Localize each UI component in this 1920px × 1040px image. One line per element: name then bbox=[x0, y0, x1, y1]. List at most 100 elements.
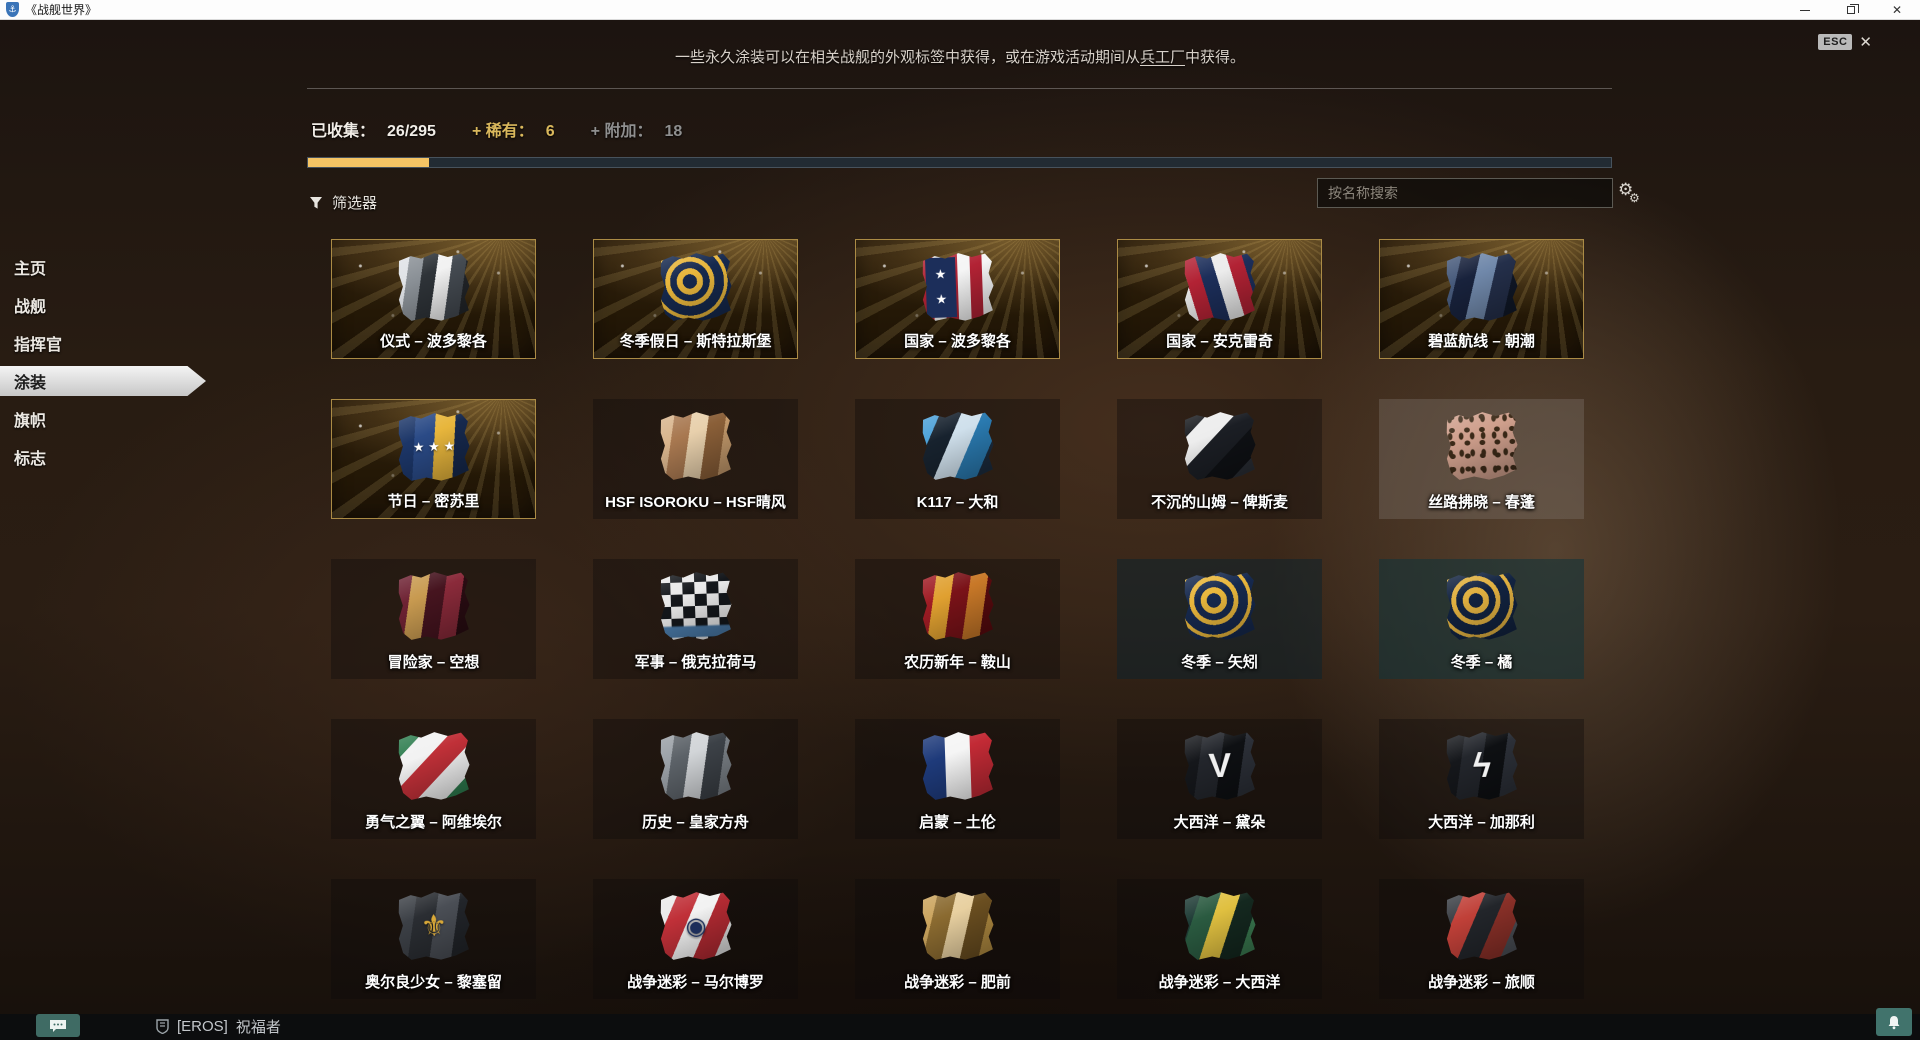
extra-label: + 附加： bbox=[591, 117, 653, 141]
camo-emblem-glyph bbox=[1181, 250, 1257, 325]
camo-emblem-glyph bbox=[1443, 250, 1519, 325]
camo-tile-label: 不沉的山姆 – 俾斯麦 bbox=[1117, 491, 1322, 512]
camo-tile[interactable]: 丝路拂晓 – 春蓬 bbox=[1379, 399, 1584, 519]
camo-tile[interactable]: 碧蓝航线 – 朝潮 bbox=[1379, 239, 1584, 359]
camo-icon: ★ ★ ★ bbox=[395, 410, 471, 485]
camo-tile-label: 历史 – 皇家方舟 bbox=[593, 811, 798, 832]
camo-tile[interactable]: 冒险家 – 空想 bbox=[331, 559, 536, 679]
camo-icon: ★ ★ bbox=[919, 250, 995, 325]
camo-icon bbox=[657, 250, 733, 325]
camo-emblem-glyph bbox=[395, 729, 471, 804]
camo-emblem-glyph: ϟ bbox=[1443, 729, 1519, 804]
camo-tile[interactable]: 仪式 – 波多黎各 bbox=[331, 239, 536, 359]
camo-icon bbox=[1181, 569, 1257, 644]
chat-button[interactable] bbox=[36, 1014, 80, 1037]
header-divider bbox=[307, 88, 1612, 89]
notice-text: 一些永久涂装可以在相关战舰的外观标签中获得，或在游戏活动期间从兵工厂中获得。 bbox=[0, 46, 1920, 67]
camo-tile[interactable]: K117 – 大和 bbox=[855, 399, 1060, 519]
sidebar-item[interactable]: 涂装 bbox=[0, 366, 206, 396]
camo-tile[interactable]: 不沉的山姆 – 俾斯麦 bbox=[1117, 399, 1322, 519]
camo-emblem-glyph bbox=[657, 569, 733, 644]
camo-emblem-glyph bbox=[1443, 569, 1519, 644]
camo-tile[interactable]: ϟ 大西洋 – 加那利 bbox=[1379, 719, 1584, 839]
camo-tile-label: 勇气之翼 – 阿维埃尔 bbox=[331, 811, 536, 832]
camo-tile-label: 冬季 – 矢矧 bbox=[1117, 651, 1322, 672]
funnel-icon bbox=[309, 196, 323, 210]
camo-emblem-glyph bbox=[1443, 889, 1519, 964]
sidebar: 主页 战舰 指挥官 涂装 旗帜 标志 bbox=[0, 248, 206, 476]
camo-tile[interactable]: ★ ★ 国家 – 波多黎各 bbox=[855, 239, 1060, 359]
filter-label: 筛选器 bbox=[332, 192, 377, 213]
camo-tile[interactable]: 冬季 – 矢矧 bbox=[1117, 559, 1322, 679]
camo-tile-label: 大西洋 – 加那利 bbox=[1379, 811, 1584, 832]
camo-tile[interactable]: HSF ISOROKU – HSF晴风 bbox=[593, 399, 798, 519]
sidebar-item-label: 旗帜 bbox=[14, 407, 46, 431]
bell-icon bbox=[1887, 1015, 1901, 1030]
filter-settings-button[interactable]: ⚙ ⚙ bbox=[1618, 180, 1644, 208]
camo-emblem-glyph bbox=[395, 569, 471, 644]
camo-icon bbox=[1181, 250, 1257, 325]
camo-emblem-glyph bbox=[919, 250, 995, 325]
camo-emblem-glyph bbox=[1443, 409, 1519, 484]
sidebar-item-label: 涂装 bbox=[14, 369, 46, 393]
progress-fill bbox=[308, 158, 429, 167]
status-bar: [EROS] 祝福者 bbox=[0, 1014, 1920, 1040]
camo-tile-label: 战争迷彩 – 大西洋 bbox=[1117, 971, 1322, 992]
camo-tile-label: 冬季 – 橘 bbox=[1379, 651, 1584, 672]
camo-icon bbox=[1181, 409, 1257, 484]
camo-tile[interactable]: 历史 – 皇家方舟 bbox=[593, 719, 798, 839]
camo-emblem-glyph bbox=[657, 250, 733, 325]
minimize-button[interactable] bbox=[1782, 0, 1828, 20]
camo-emblem-glyph bbox=[919, 729, 995, 804]
restore-button[interactable] bbox=[1828, 0, 1874, 20]
camo-tile[interactable]: 农历新年 – 鞍山 bbox=[855, 559, 1060, 679]
camo-icon bbox=[1181, 889, 1257, 964]
sidebar-item[interactable]: 指挥官 bbox=[0, 324, 206, 362]
camo-tile[interactable]: 军事 – 俄克拉荷马 bbox=[593, 559, 798, 679]
camo-tile[interactable]: V 大西洋 – 黛朵 bbox=[1117, 719, 1322, 839]
camo-tile[interactable]: 勇气之翼 – 阿维埃尔 bbox=[331, 719, 536, 839]
esc-key-badge: ESC bbox=[1818, 34, 1852, 50]
camo-tile-label: 农历新年 – 鞍山 bbox=[855, 651, 1060, 672]
rare-value: 6 bbox=[546, 123, 555, 141]
camo-emblem-glyph: ◉ bbox=[657, 889, 733, 964]
camo-tile-label: 奥尔良少女 – 黎塞留 bbox=[331, 971, 536, 992]
sidebar-item[interactable]: 主页 bbox=[0, 248, 206, 286]
camo-tile[interactable]: ⚜ 奥尔良少女 – 黎塞留 bbox=[331, 879, 536, 999]
notifications-button[interactable] bbox=[1876, 1008, 1912, 1036]
sidebar-item[interactable]: 战舰 bbox=[0, 286, 206, 324]
collected-label: 已收集： bbox=[311, 117, 375, 141]
close-icon: ✕ bbox=[1892, 4, 1902, 16]
camo-icon bbox=[395, 250, 471, 325]
camo-tile[interactable]: 冬季假日 – 斯特拉斯堡 bbox=[593, 239, 798, 359]
camo-icon bbox=[1443, 569, 1519, 644]
camo-tile-label: 冒险家 – 空想 bbox=[331, 651, 536, 672]
close-button[interactable]: ✕ bbox=[1874, 0, 1920, 20]
sidebar-item[interactable]: 旗帜 bbox=[0, 400, 206, 438]
search-input[interactable] bbox=[1318, 179, 1612, 207]
camo-tile[interactable]: 战争迷彩 – 肥前 bbox=[855, 879, 1060, 999]
camo-tile[interactable]: ★ ★ ★ 节日 – 密苏里 bbox=[331, 399, 536, 519]
player-identity[interactable]: [EROS] 祝福者 bbox=[156, 1016, 281, 1037]
panel-close-icon[interactable]: ✕ bbox=[1859, 35, 1872, 50]
camo-tile[interactable]: 启蒙 – 土伦 bbox=[855, 719, 1060, 839]
camo-tile-label: 大西洋 – 黛朵 bbox=[1117, 811, 1322, 832]
armory-link[interactable]: 兵工厂 bbox=[1140, 49, 1185, 66]
gear-small-icon: ⚙ bbox=[1629, 191, 1640, 205]
camo-emblem-glyph bbox=[1181, 889, 1257, 964]
restore-icon bbox=[1847, 6, 1855, 14]
sidebar-item[interactable]: 标志 bbox=[0, 438, 206, 476]
camo-tile[interactable]: 战争迷彩 – 旅顺 bbox=[1379, 879, 1584, 999]
filter-toggle[interactable]: 筛选器 bbox=[309, 192, 377, 213]
camo-icon bbox=[919, 409, 995, 484]
camo-emblem-glyph bbox=[395, 250, 471, 325]
minimize-icon bbox=[1800, 10, 1810, 11]
camo-tile[interactable]: ◉ 战争迷彩 – 马尔博罗 bbox=[593, 879, 798, 999]
camo-icon bbox=[1443, 250, 1519, 325]
camo-tile[interactable]: 国家 – 安克雷奇 bbox=[1117, 239, 1322, 359]
camo-icon bbox=[1443, 889, 1519, 964]
rare-label: + 稀有： bbox=[472, 117, 534, 141]
camo-tile[interactable]: 战争迷彩 – 大西洋 bbox=[1117, 879, 1322, 999]
collected-value: 26/295 bbox=[387, 123, 436, 141]
camo-tile[interactable]: 冬季 – 橘 bbox=[1379, 559, 1584, 679]
